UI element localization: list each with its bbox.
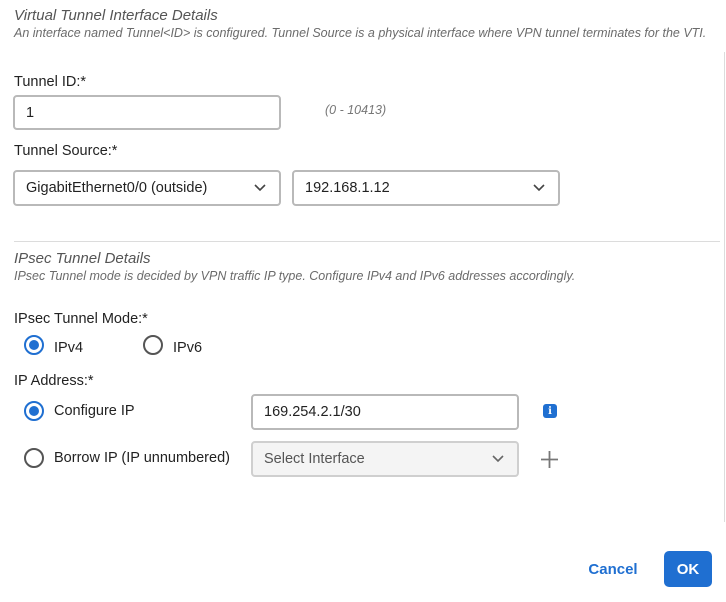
configure-ip-input[interactable]: 169.254.2.1/30 — [251, 394, 519, 430]
cancel-button[interactable]: Cancel — [580, 552, 646, 586]
ipsec-section-title: IPsec Tunnel Details — [14, 250, 151, 267]
plus-icon[interactable] — [540, 450, 559, 469]
chevron-down-icon — [491, 452, 505, 466]
chevron-down-icon — [532, 181, 546, 195]
ipsec-section-description: IPsec Tunnel mode is decided by VPN traf… — [14, 269, 576, 283]
ipv6-radio-label[interactable]: IPv6 — [173, 340, 202, 356]
vti-section-title: Virtual Tunnel Interface Details — [14, 7, 218, 24]
tunnel-id-label: Tunnel ID:* — [14, 74, 86, 90]
tunnel-id-range-hint: (0 - 10413) — [325, 103, 387, 117]
configure-ip-value: 169.254.2.1/30 — [264, 404, 361, 420]
borrow-ip-radio[interactable] — [24, 448, 44, 468]
ipv6-radio[interactable] — [143, 335, 163, 355]
configure-ip-radio[interactable] — [24, 401, 44, 421]
ip-address-label: IP Address:* — [14, 373, 94, 389]
tunnel-source-interface-select[interactable]: GigabitEthernet0/0 (outside) — [13, 170, 281, 206]
configure-ip-label[interactable]: Configure IP — [54, 403, 135, 419]
tunnel-source-label: Tunnel Source:* — [14, 143, 118, 159]
tunnel-source-ip-select[interactable]: 192.168.1.12 — [292, 170, 560, 206]
tunnel-id-input[interactable]: 1 — [13, 95, 281, 130]
ipsec-tunnel-mode-label: IPsec Tunnel Mode:* — [14, 311, 148, 327]
tunnel-source-interface-value: GigabitEthernet0/0 (outside) — [26, 180, 208, 196]
select-interface-placeholder: Select Interface — [264, 451, 365, 467]
section-divider — [14, 241, 720, 242]
info-icon[interactable]: i — [543, 404, 557, 418]
ok-button[interactable]: OK — [664, 551, 712, 587]
tunnel-id-value: 1 — [26, 104, 35, 121]
ipv4-radio-label[interactable]: IPv4 — [54, 340, 83, 356]
ipv4-radio[interactable] — [24, 335, 44, 355]
borrow-ip-label[interactable]: Borrow IP (IP unnumbered) — [54, 450, 230, 466]
vti-section-description: An interface named Tunnel<ID> is configu… — [14, 26, 707, 40]
chevron-down-icon — [253, 181, 267, 195]
select-interface-dropdown[interactable]: Select Interface — [251, 441, 519, 477]
tunnel-source-ip-value: 192.168.1.12 — [305, 180, 390, 196]
dialog-right-border — [724, 52, 725, 522]
